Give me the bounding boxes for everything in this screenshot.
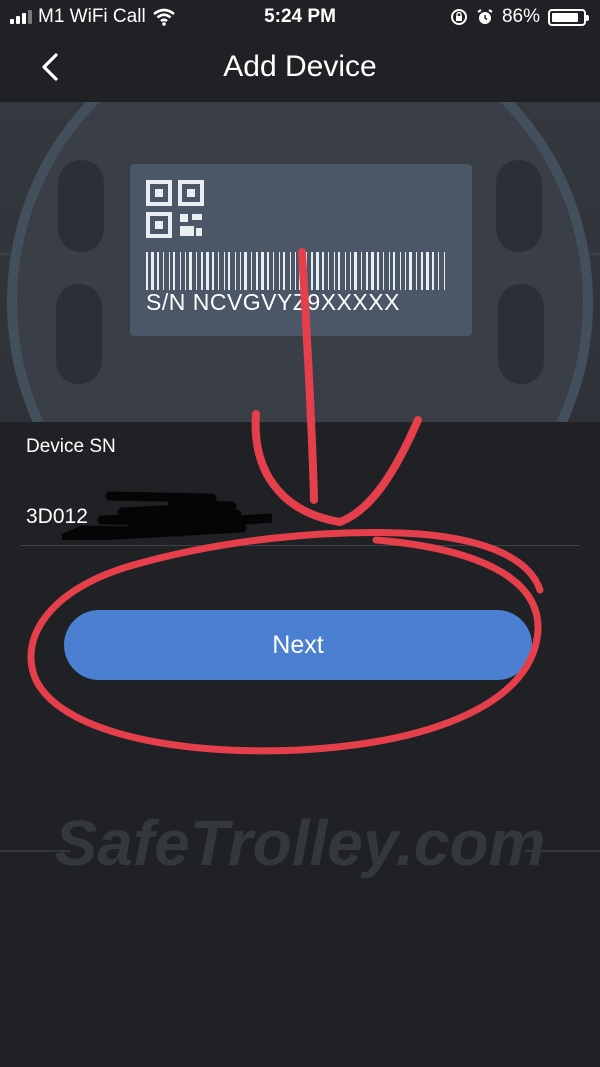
barcode-stripe	[146, 252, 148, 290]
barcode-stripe	[151, 252, 154, 290]
barcode-stripe	[306, 252, 307, 290]
chevron-left-icon	[42, 53, 58, 81]
barcode-stripe	[409, 252, 412, 290]
status-time: 5:24 PM	[264, 6, 336, 27]
serial-label-card: S/N NCVGVYZ9XXXXX	[130, 164, 472, 336]
barcode-stripe	[400, 252, 401, 290]
barcode-stripe	[438, 252, 439, 290]
barcode-stripe	[235, 252, 236, 290]
barcode-stripe	[338, 252, 340, 290]
barcode-stripe	[371, 252, 374, 290]
barcode-stripe	[169, 252, 170, 290]
barcode-stripe	[328, 252, 329, 290]
battery-icon	[548, 8, 589, 26]
nav-bar: Add Device	[0, 34, 600, 100]
barcode-stripe	[290, 252, 291, 290]
barcode-stripe	[283, 252, 285, 290]
qr-code-icon	[146, 180, 204, 238]
barcode-stripe	[383, 252, 384, 290]
barcode-stripe	[444, 252, 445, 290]
barcode-stripe	[267, 252, 269, 290]
barcode-stripe	[295, 252, 296, 290]
barcode-stripe	[261, 252, 264, 290]
barcode-stripe	[251, 252, 252, 290]
device-label-illustration: S/N NCVGVYZ9XXXXX	[0, 102, 600, 422]
barcode-stripe	[256, 252, 258, 290]
barcode-stripe	[311, 252, 313, 290]
barcode-stripe	[345, 252, 346, 290]
barcode-stripe	[273, 252, 274, 290]
barcode-stripe	[228, 252, 230, 290]
barcode-stripe	[218, 252, 219, 290]
barcode-stripe	[299, 252, 302, 290]
battery-fill	[552, 12, 578, 22]
barcode-stripe	[244, 252, 247, 290]
barcode-stripe	[279, 252, 280, 290]
watermark: SafeTrolley.com	[0, 800, 600, 890]
status-bar: M1 WiFi Call 5:24 PM 86%	[0, 0, 600, 34]
barcode-stripe	[361, 252, 362, 290]
next-button[interactable]: Next	[64, 610, 532, 680]
barcode-stripe	[185, 252, 186, 290]
barcode-stripe	[354, 252, 357, 290]
barcode-stripe	[393, 252, 395, 290]
serial-number-text: S/N NCVGVYZ9XXXXX	[146, 289, 400, 315]
barcode-stripe	[163, 252, 164, 290]
barcode-stripe	[426, 252, 429, 290]
barcode-stripe	[206, 252, 209, 290]
back-button[interactable]	[36, 50, 66, 84]
barcode-stripe	[240, 252, 241, 290]
watermark-text: SafeTrolley.com	[54, 807, 546, 879]
barcode-stripe	[189, 252, 192, 290]
barcode-stripe	[334, 252, 335, 290]
barcode-stripe	[157, 252, 159, 290]
barcode-stripe	[224, 252, 225, 290]
redaction-scribble	[62, 491, 272, 540]
barcode-stripe	[377, 252, 379, 290]
barcode-stripe	[432, 252, 434, 290]
barcode-stripe	[316, 252, 319, 290]
barcode-stripe	[421, 252, 423, 290]
barcode-stripe	[180, 252, 181, 290]
barcode-stripe	[389, 252, 390, 290]
barcode-stripe	[416, 252, 417, 290]
page-title: Add Device	[223, 50, 377, 83]
barcode-stripe	[350, 252, 351, 290]
barcode-stripe	[201, 252, 203, 290]
barcode-stripe	[322, 252, 324, 290]
barcode-icon	[146, 252, 445, 290]
barcode-stripe	[196, 252, 197, 290]
barcode-stripe	[405, 252, 406, 290]
barcode-stripe	[212, 252, 214, 290]
device-sn-label: Device SN	[26, 436, 116, 457]
barcode-stripe	[366, 252, 368, 290]
barcode-stripe	[173, 252, 175, 290]
